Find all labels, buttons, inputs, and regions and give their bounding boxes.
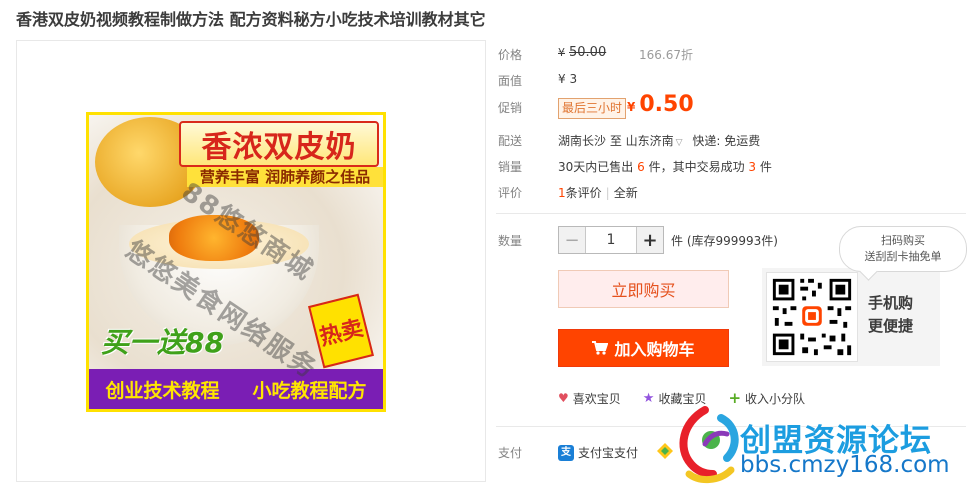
review-info: 1条评价 | 全新	[558, 184, 638, 201]
poster-footer: 创业技术教程 小吃教程配方	[89, 369, 383, 409]
poster-banner: 香浓双皮奶	[179, 121, 379, 167]
poster-footer-right: 小吃教程配方	[252, 379, 367, 402]
review-label: 评价	[498, 186, 523, 200]
face-value-label: 面值	[498, 74, 523, 88]
bubble-line1: 扫码购买	[881, 234, 925, 247]
poster-banner-text: 香浓双皮奶	[201, 130, 357, 165]
bubble-line2: 送刮刮卡抽免单	[864, 250, 942, 263]
chevron-down-icon[interactable]: ▽	[676, 138, 683, 148]
review-separator: |	[605, 186, 610, 200]
product-title: 香港双皮奶视频教程制做方法 配方资料秘方小吃技术培训教材其它	[16, 10, 486, 29]
sales-prefix: 30天内已售出	[558, 160, 634, 174]
mobile-buy-text: 手机购 更便捷	[868, 292, 913, 338]
promo-label: 促销	[498, 101, 523, 115]
promo-price: ¥0.50	[627, 92, 694, 117]
mobile-text-line1: 手机购	[868, 294, 914, 312]
cart-icon	[592, 341, 609, 355]
stock-info: 件 (库存999993件)	[671, 234, 778, 248]
shipping-fee: 快递: 免运费	[692, 134, 761, 148]
alipay-label: 支付宝支付	[578, 446, 639, 460]
qr-promo-bubble: 扫码购买 送刮刮卡抽免单	[839, 226, 967, 272]
review-count[interactable]: 1	[558, 186, 566, 200]
favorite-item-label: 喜欢宝贝	[572, 391, 621, 406]
original-price-value: 50.00	[569, 45, 607, 60]
mobile-text-line2: 更便捷	[868, 317, 914, 335]
quantity-stepper: − +	[558, 226, 664, 254]
quantity-increase-button[interactable]: +	[636, 227, 663, 253]
poster-subline: 营养丰富 润肺养颜之佳品	[187, 167, 383, 187]
shipping-info: 湖南长沙 至 山东济南 ▽ 快递: 免运费	[558, 132, 760, 149]
price-label: 价格	[498, 48, 523, 62]
sales-label: 销量	[498, 160, 523, 174]
payment-label: 支付	[498, 446, 523, 460]
heart-icon: ♥	[558, 391, 569, 405]
promo-currency: ¥	[627, 100, 636, 114]
add-to-cart-label: 加入购物车	[614, 340, 695, 359]
shipping-label: 配送	[498, 134, 523, 148]
sales-success-count: 3	[748, 160, 757, 174]
poster-footer-left: 创业技术教程	[105, 379, 220, 402]
currency-symbol: ¥	[558, 46, 565, 59]
ship-from: 湖南长沙 至	[558, 134, 622, 148]
qr-code[interactable]	[766, 272, 858, 362]
forum-url: bbs.cmzy168.com	[740, 452, 950, 478]
discount-rate: 166.67折	[639, 48, 693, 62]
divider-top	[496, 213, 966, 214]
sales-mid: 件，其中交易成功	[648, 160, 745, 174]
review-link[interactable]: 条评价	[566, 186, 602, 200]
promo-price-value: 0.50	[639, 92, 694, 117]
quantity-decrease-button[interactable]: −	[559, 227, 586, 253]
poster-promo: 买一送88	[101, 326, 224, 359]
favorite-item-button[interactable]: ♥ 喜欢宝贝	[558, 389, 621, 407]
installment-pay-icon	[657, 443, 673, 459]
quantity-label: 数量	[498, 234, 523, 248]
star-icon: ★	[642, 390, 655, 406]
ship-to-selector[interactable]: 山东济南	[626, 134, 674, 148]
mobile-qr-panel: 手机购 更便捷	[762, 268, 940, 366]
promo-tag: 最后三小时	[558, 98, 627, 119]
alipay-icon: 支	[558, 444, 574, 461]
original-price: ¥50.00	[558, 45, 606, 60]
buy-now-button[interactable]: 立即购买	[558, 270, 729, 308]
sales-count: 6	[637, 160, 645, 174]
face-value: ¥ 3	[558, 72, 578, 86]
sales-info: 30天内已售出 6 件，其中交易成功 3 件	[558, 158, 772, 175]
add-to-cart-button[interactable]: 加入购物车	[558, 329, 729, 367]
condition-new: 全新	[613, 186, 638, 200]
alipay-payment: 支 支付宝支付	[558, 444, 638, 461]
quantity-input[interactable]	[586, 227, 636, 253]
sales-suffix: 件	[759, 160, 772, 174]
